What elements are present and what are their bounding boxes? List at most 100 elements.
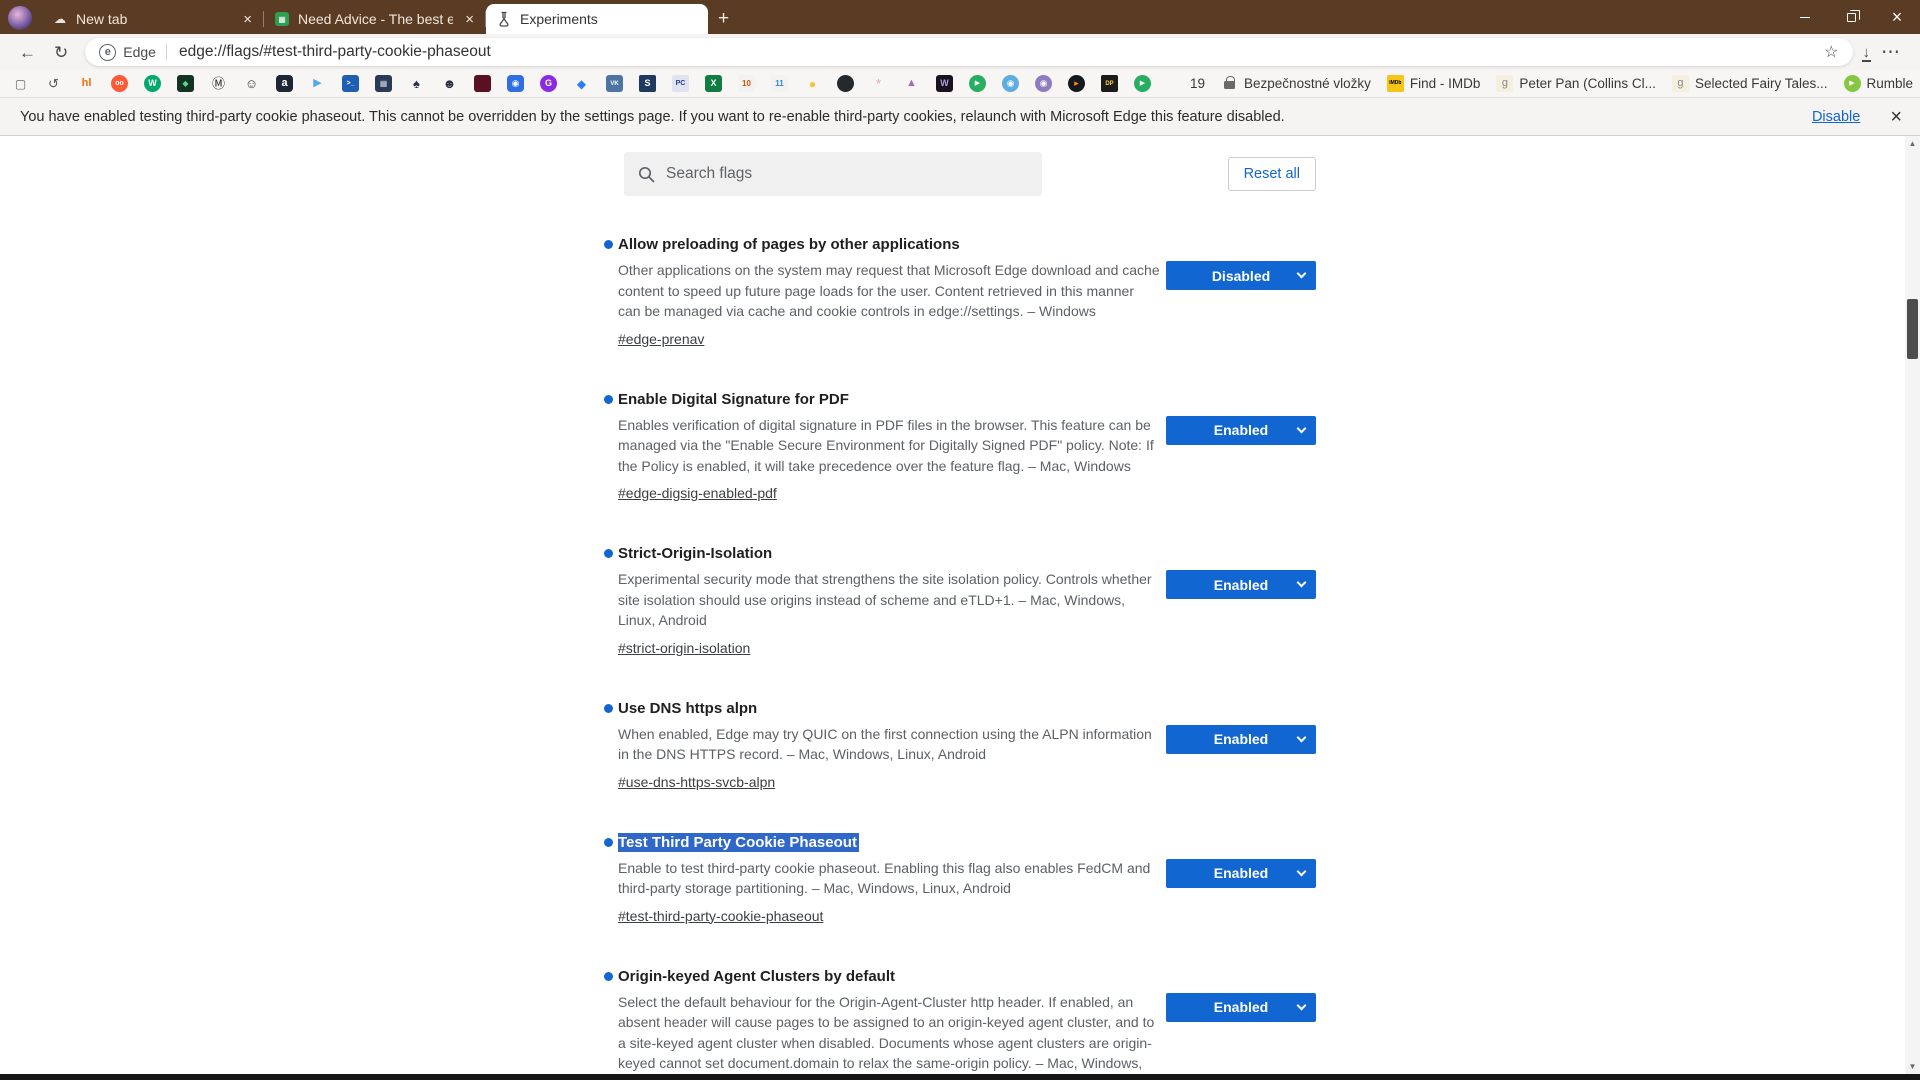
bookmark-item[interactable]: IMDb Find - IMDb (1387, 75, 1481, 92)
bookmark-item[interactable]: W (144, 75, 161, 92)
bookmark-item[interactable]: ▲ (903, 75, 920, 92)
bookmark-favicon: ▶ (309, 75, 326, 92)
bookmark-favicon (1167, 75, 1184, 92)
flag-bullet-icon (604, 549, 613, 558)
flag-permalink[interactable]: #strict-origin-isolation (618, 640, 750, 656)
bookmark-item[interactable]: ▶ (1134, 75, 1151, 92)
bookmark-item[interactable]: ◉ (1035, 75, 1052, 92)
bookmark-item[interactable]: ▶ Rumble (1844, 75, 1914, 92)
bookmark-item[interactable]: Bezpečnostné vložky (1221, 75, 1371, 92)
bookmark-item[interactable]: ◉ (507, 75, 524, 92)
flag-state-dropdown[interactable]: Enabled (1166, 725, 1316, 754)
bookmark-item[interactable]: DP (1101, 75, 1118, 92)
edge-logo-icon: e (99, 44, 116, 61)
bookmark-item[interactable]: ◉ (1002, 75, 1019, 92)
bookmark-favicon (1221, 75, 1238, 92)
flag-state-dropdown[interactable]: Enabled (1166, 859, 1316, 888)
bookmark-favicon: S (639, 75, 656, 92)
bookmark-item[interactable]: hl (78, 75, 95, 92)
bookmark-item[interactable]: PC (672, 75, 689, 92)
scroll-down-icon[interactable]: ▼ (1905, 1059, 1920, 1074)
flag-permalink[interactable]: #use-dns-https-svcb-alpn (618, 774, 775, 790)
bookmark-favicon: ☻ (441, 75, 458, 92)
minimize-button[interactable] (1782, 0, 1828, 34)
bookmark-item[interactable]: ▶ (969, 75, 986, 92)
scroll-up-icon[interactable]: ▲ (1905, 136, 1920, 151)
tab-need-advice[interactable]: ▦ Need Advice - The best experime × (264, 4, 486, 34)
downloads-button[interactable]: ↓ (1861, 45, 1873, 60)
flag-title: Test Third Party Cookie Phaseout (618, 833, 859, 852)
tab-new-tab[interactable]: ☁ New tab × (42, 4, 264, 34)
flag-state-dropdown[interactable]: Disabled (1166, 261, 1316, 290)
flag-row: Enable Digital Signature for PDF Enables… (604, 391, 1316, 504)
bookmark-item[interactable]: 11 (771, 75, 788, 92)
reset-all-button[interactable]: Reset all (1228, 157, 1316, 191)
settings-menu-button[interactable]: ⋯ (1872, 43, 1910, 62)
back-button[interactable]: ← (10, 44, 45, 61)
bookmark-item[interactable]: a (276, 75, 293, 92)
bookmark-item[interactable]: 10 (738, 75, 755, 92)
favorite-star-icon[interactable]: ☆ (1824, 42, 1838, 62)
bookmark-item[interactable]: ◆ (177, 75, 194, 92)
bookmark-item[interactable]: ◆ (573, 75, 590, 92)
flag-permalink[interactable]: #test-third-party-cookie-phaseout (618, 908, 823, 924)
bookmark-item[interactable]: ♠ (408, 75, 425, 92)
bookmark-item[interactable]: 19 (1167, 75, 1205, 92)
flag-state-dropdown[interactable]: Enabled (1166, 416, 1316, 445)
bookmark-item[interactable]: * (870, 75, 887, 92)
close-tab-icon[interactable]: × (239, 11, 256, 28)
flag-state-dropdown[interactable]: Enabled (1166, 570, 1316, 599)
address-bar[interactable]: e Edge edge://flags/#test-third-party-co… (85, 38, 1852, 66)
search-box[interactable] (624, 152, 1042, 196)
bookmark-item[interactable]: ● (804, 75, 821, 92)
bookmark-item[interactable]: VK (606, 75, 623, 92)
new-tab-button[interactable]: + (718, 9, 729, 28)
bookmark-item[interactable]: ▸ (1068, 75, 1085, 92)
bookmark-item[interactable]: oo (111, 75, 128, 92)
scrollbar-thumb[interactable] (1907, 299, 1918, 359)
flag-permalink[interactable]: #edge-digsig-enabled-pdf (618, 485, 777, 501)
banner-disable-link[interactable]: Disable (1812, 109, 1860, 125)
bookmark-label: Find - IMDb (1410, 76, 1481, 91)
bookmark-item[interactable]: W (936, 75, 953, 92)
bookmark-favicon: ◉ (507, 75, 524, 92)
bookmark-favicon: ♠ (408, 75, 425, 92)
bookmark-label: Peter Pan (Collins Cl... (1519, 76, 1656, 91)
bookmark-item[interactable]: S (639, 75, 656, 92)
bookmark-favicon: g (1672, 75, 1689, 92)
close-tab-icon[interactable]: × (461, 11, 478, 28)
flag-info: Origin-keyed Agent Clusters by default S… (604, 968, 1160, 1080)
refresh-button[interactable]: ↻ (45, 44, 77, 61)
bookmark-item[interactable]: Ⓜ (210, 75, 227, 92)
bookmark-favicon: DP (1101, 75, 1118, 92)
bookmark-item[interactable]: ☺ (243, 75, 260, 92)
banner-close-icon[interactable]: × (1890, 107, 1902, 127)
bookmark-item[interactable]: g Selected Fairy Tales... (1672, 75, 1828, 92)
flag-title: Use DNS https alpn (618, 700, 757, 717)
search-flags-input[interactable] (666, 165, 1028, 183)
bookmark-item[interactable] (837, 75, 854, 92)
flag-bullet-icon (604, 972, 613, 981)
search-icon (638, 166, 655, 183)
flag-permalink[interactable]: #edge-prenav (618, 331, 704, 347)
tab-experiments[interactable]: Experiments (486, 4, 708, 34)
url-text[interactable]: edge://flags/#test-third-party-cookie-ph… (179, 43, 1816, 61)
flag-state-dropdown[interactable]: Enabled (1166, 993, 1316, 1022)
bookmark-item[interactable]: >_ (342, 75, 359, 92)
flag-row: Use DNS https alpn When enabled, Edge ma… (604, 700, 1316, 792)
bookmark-item[interactable]: G (540, 75, 557, 92)
bookmark-item[interactable]: ↺ (45, 75, 62, 92)
bookmark-item[interactable]: ▦ (375, 75, 392, 92)
restore-button[interactable] (1828, 0, 1874, 34)
bookmark-item[interactable] (474, 75, 491, 92)
minimize-icon (1800, 17, 1810, 18)
bookmark-item[interactable]: g Peter Pan (Collins Cl... (1496, 75, 1656, 92)
bookmark-item[interactable]: ☻ (441, 75, 458, 92)
tab-title: Need Advice - The best experime (298, 11, 453, 27)
bookmark-item[interactable]: ▶ (309, 75, 326, 92)
page-scrollbar[interactable]: ▲ ▼ (1905, 136, 1920, 1074)
close-window-button[interactable]: × (1874, 0, 1920, 34)
profile-avatar[interactable] (8, 6, 32, 30)
bookmark-item[interactable]: ▢ (12, 75, 29, 92)
bookmark-item[interactable]: X (705, 75, 722, 92)
